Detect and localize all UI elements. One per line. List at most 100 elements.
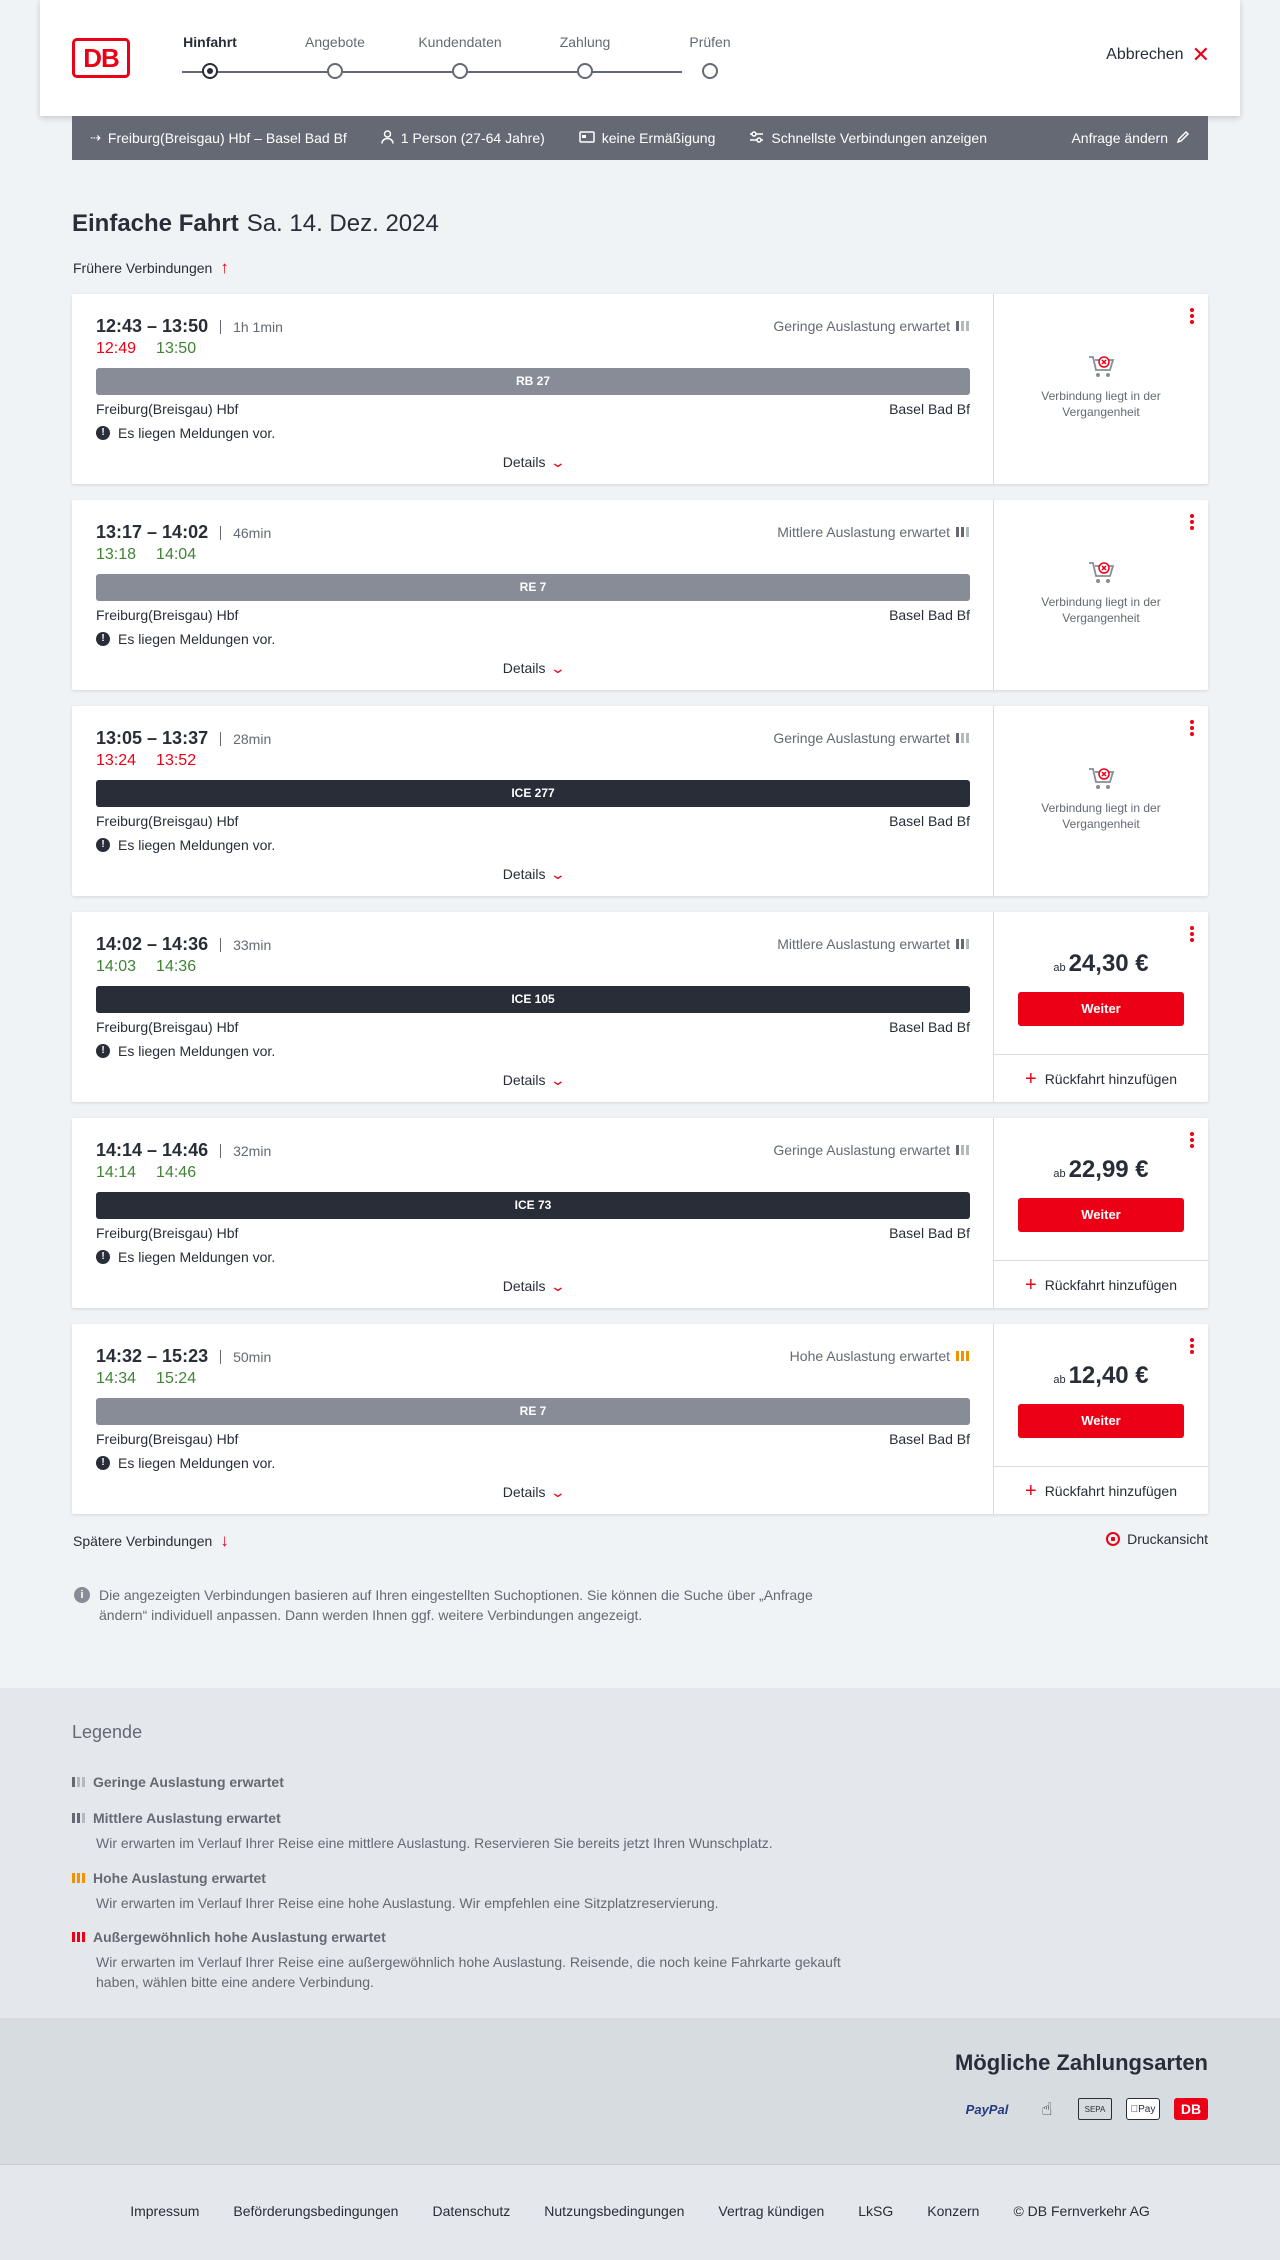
footer-link-datenschutz[interactable]: Datenschutz	[432, 2203, 510, 2219]
connection-times: 14:32 – 15:23 50min	[96, 1346, 271, 1367]
discount-text: keine Ermäßigung	[601, 130, 716, 146]
occupancy-icon	[956, 527, 969, 537]
connection-details: 13:17 – 14:02 46min 13:18 14:04 Mittlere Aus…	[72, 500, 994, 690]
footer-link-befoerderung[interactable]: Beförderungsbedingungen	[233, 2203, 398, 2219]
footer-link-vertrag[interactable]: Vertrag kündigen	[718, 2203, 824, 2219]
connection-details: 14:32 – 15:23 50min 14:34 15:24 Hohe Auslast…	[72, 1324, 994, 1514]
more-options-icon[interactable]	[1190, 308, 1194, 324]
edit-request-button[interactable]: Anfrage ändern	[1071, 130, 1190, 147]
add-return-button[interactable]: + Rückfahrt hinzufügen	[994, 1466, 1208, 1514]
earlier-connections-link[interactable]: Frühere Verbindungen ↑	[73, 258, 229, 278]
connection-details: 12:43 – 13:50 1h 1min 12:49 13:50 Geringe Au…	[72, 294, 994, 484]
legend-item-medium: Mittlere Auslastung erwartet Wir erwarte…	[72, 1810, 872, 1853]
high-load-icon	[72, 1873, 85, 1883]
step-zahlung: Zahlung	[559, 34, 611, 50]
footer-link-konzern[interactable]: Konzern	[927, 2203, 979, 2219]
footer-link-nutzung[interactable]: Nutzungsbedingungen	[544, 2203, 684, 2219]
details-toggle[interactable]: Details ⌄	[72, 866, 994, 883]
more-options-icon[interactable]	[1190, 1132, 1194, 1148]
train-bar: RB 27	[96, 368, 970, 395]
pencil-icon	[1176, 130, 1190, 147]
chevron-down-icon: ⌄	[549, 1278, 566, 1294]
divider	[220, 525, 222, 540]
passenger-text: 1 Person (27-64 Jahre)	[400, 130, 545, 146]
divider	[220, 731, 222, 746]
later-connections-link[interactable]: Spätere Verbindungen ↓	[73, 1531, 229, 1551]
duration: 33min	[233, 936, 272, 953]
connection-times: 13:05 – 13:37 28min	[96, 728, 271, 749]
realtime-arrival: 13:52	[156, 752, 197, 769]
details-toggle[interactable]: Details ⌄	[72, 454, 994, 471]
alert-icon: !	[96, 1250, 110, 1264]
destination-station: Basel Bad Bf	[889, 401, 970, 417]
details-toggle[interactable]: Details ⌄	[72, 1072, 994, 1089]
notice-text: Es liegen Meldungen vor.	[118, 425, 276, 441]
footer-link-impressum[interactable]: Impressum	[130, 2203, 199, 2219]
discount-summary: keine Ermäßigung	[579, 130, 716, 146]
continue-button[interactable]: Weiter	[1018, 1198, 1184, 1232]
past-connection-text: Verbindung liegt in der Vergangenheit	[1041, 389, 1161, 419]
details-toggle[interactable]: Details ⌄	[72, 660, 994, 677]
past-connection-notice: Verbindung liegt in der Vergangenheit	[1014, 560, 1188, 626]
chevron-down-icon: ⌄	[549, 454, 566, 470]
more-options-icon[interactable]	[1190, 720, 1194, 736]
fastest-summary: Schnellste Verbindungen anzeigen	[749, 130, 987, 146]
print-view-link[interactable]: Druckansicht	[1106, 1531, 1208, 1547]
messages-notice[interactable]: ! Es liegen Meldungen vor.	[96, 631, 275, 647]
progress-stepper: Hinfahrt Angebote Kundendaten Zahlung Pr…	[180, 34, 731, 84]
more-options-icon[interactable]	[1190, 926, 1194, 942]
stations: Freiburg(Breisgau) Hbf Basel Bad Bf	[96, 607, 970, 623]
realtime-departure: 14:14	[96, 1164, 137, 1181]
legend-label: Hohe Auslastung erwartet	[93, 1870, 266, 1886]
load-text: Mittlere Auslastung erwartet	[777, 936, 950, 952]
cancel-button[interactable]: Abbrechen ✕	[1106, 44, 1210, 66]
details-toggle[interactable]: Details ⌄	[72, 1484, 994, 1501]
connection-card: 13:05 – 13:37 28min 13:24 13:52 Geringe Ausl…	[72, 706, 1208, 896]
load-text: Mittlere Auslastung erwartet	[777, 524, 950, 540]
price-value: 24,30 €	[1068, 950, 1149, 977]
cart-unavailable-icon	[1089, 768, 1115, 789]
connection-card: 14:32 – 15:23 50min 14:34 15:24 Hohe Auslast…	[72, 1324, 1208, 1514]
messages-notice[interactable]: ! Es liegen Meldungen vor.	[96, 425, 275, 441]
more-options-icon[interactable]	[1190, 514, 1194, 530]
more-options-icon[interactable]	[1190, 1338, 1194, 1354]
connection-card: 12:43 – 13:50 1h 1min 12:49 13:50 Geringe Au…	[72, 294, 1208, 484]
route-arrow-icon: ⇢	[90, 130, 101, 145]
add-return-button[interactable]: + Rückfahrt hinzufügen	[994, 1054, 1208, 1102]
continue-button[interactable]: Weiter	[1018, 1404, 1184, 1438]
occupancy-icon	[956, 733, 969, 743]
realtime-arrival: 13:50	[156, 340, 197, 357]
cancel-label: Abbrechen	[1106, 46, 1184, 63]
plus-icon: +	[1025, 1067, 1037, 1090]
load-indicator: Geringe Auslastung erwartet	[773, 1142, 969, 1158]
earlier-label: Frühere Verbindungen	[73, 260, 213, 276]
stations: Freiburg(Breisgau) Hbf Basel Bad Bf	[96, 1019, 970, 1035]
add-return-label: Rückfahrt hinzufügen	[1044, 1276, 1177, 1293]
stations: Freiburg(Breisgau) Hbf Basel Bad Bf	[96, 401, 970, 417]
messages-notice[interactable]: ! Es liegen Meldungen vor.	[96, 1249, 275, 1265]
realtime-arrival: 14:46	[156, 1164, 197, 1181]
chevron-down-icon: ⌄	[549, 1484, 566, 1500]
db-logo[interactable]: DB	[72, 38, 130, 78]
realtime-times: 14:03 14:36	[96, 958, 216, 976]
messages-notice[interactable]: ! Es liegen Meldungen vor.	[96, 837, 275, 853]
messages-notice[interactable]: ! Es liegen Meldungen vor.	[96, 1455, 275, 1471]
continue-button[interactable]: Weiter	[1018, 992, 1184, 1026]
info-text: Die angezeigten Verbindungen basieren au…	[99, 1587, 813, 1623]
sepa-icon: SEPA	[1078, 2098, 1112, 2120]
legend-title: Legende	[72, 1722, 143, 1742]
messages-notice[interactable]: ! Es liegen Meldungen vor.	[96, 1043, 275, 1059]
offer-panel: ab 12,40 € Weiter + Rückfahrt hinzufügen	[994, 1324, 1208, 1514]
cart-unavailable-icon	[1089, 562, 1115, 583]
realtime-times: 12:49 13:50	[96, 340, 216, 358]
legend-section: Legende Geringe Auslastung erwartet Mitt…	[0, 1688, 1280, 2018]
details-toggle[interactable]: Details ⌄	[72, 1278, 994, 1295]
legend-item-low: Geringe Auslastung erwartet	[72, 1774, 872, 1790]
footer-link-lksg[interactable]: LkSG	[858, 2203, 893, 2219]
offer-panel: Verbindung liegt in der Vergangenheit	[994, 294, 1208, 484]
notice-text: Es liegen Meldungen vor.	[118, 1455, 276, 1471]
add-return-button[interactable]: + Rückfahrt hinzufügen	[994, 1260, 1208, 1308]
connection-card: 13:17 – 14:02 46min 13:18 14:04 Mittlere Aus…	[72, 500, 1208, 690]
destination-station: Basel Bad Bf	[889, 1019, 970, 1035]
realtime-departure: 13:18	[96, 546, 137, 563]
